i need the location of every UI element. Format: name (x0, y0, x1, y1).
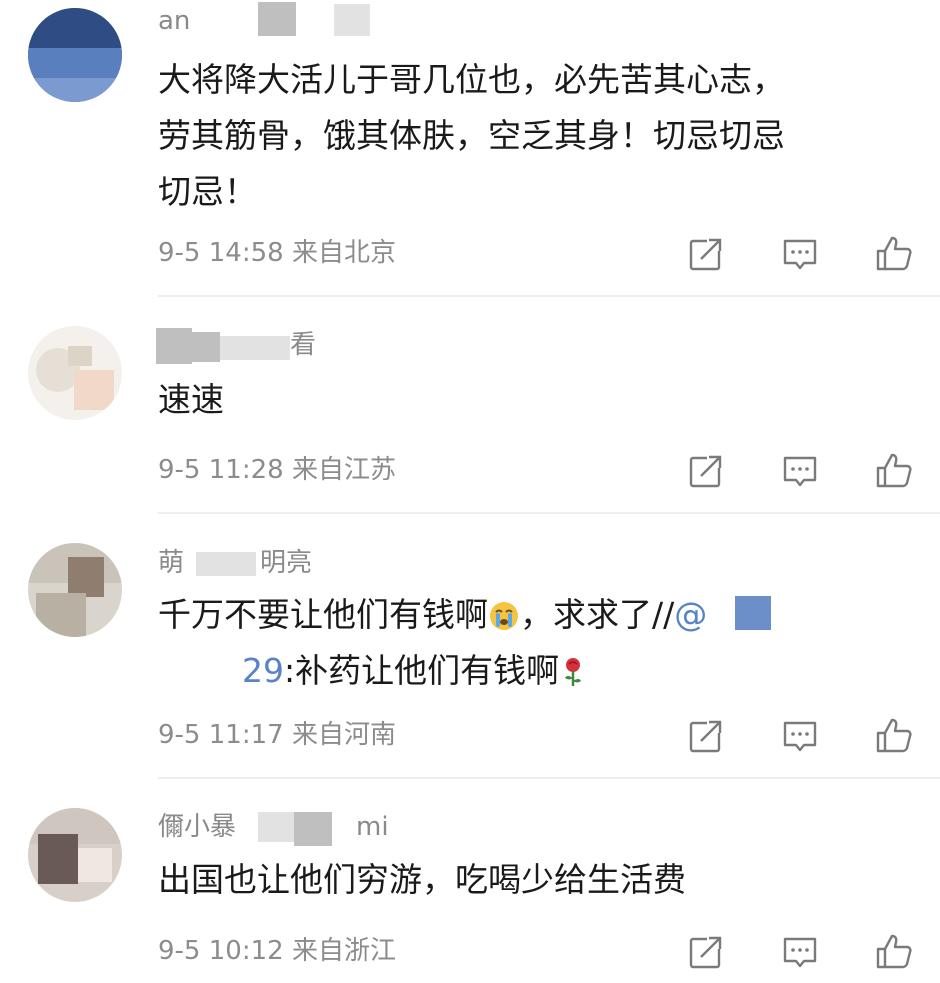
comment-icon[interactable] (780, 234, 820, 274)
avatar[interactable] (28, 808, 122, 902)
share-icon[interactable] (686, 716, 726, 756)
avatar[interactable] (28, 543, 122, 637)
comment-text-segment: 千万不要让他们有钱啊 (158, 595, 488, 634)
redacted-mosaic (735, 596, 772, 630)
comment-actions (686, 234, 914, 274)
comment-text-line: 切忌！ (158, 172, 257, 211)
comment-text: 千万不要让他们有钱啊 ，求求了//@ 29:补药让他们有钱啊 (158, 587, 772, 699)
comment-text-segment: :补药让他们有钱啊 (284, 651, 560, 690)
username[interactable]: an (158, 6, 190, 36)
thumbs-up-icon[interactable] (874, 932, 914, 972)
comment-location: 来自北京 (291, 238, 396, 268)
avatar[interactable] (28, 8, 122, 102)
username-tail: mi (356, 812, 389, 842)
share-icon[interactable] (686, 451, 726, 491)
crying-emoji-icon (490, 602, 518, 630)
redacted-mosaic (258, 812, 294, 842)
comment-text-line: 速速 (158, 380, 224, 419)
redacted-mosaic (196, 552, 256, 576)
username[interactable]: 萌 (158, 548, 184, 578)
comment-text-line: 千万不要让他们有钱啊 ，求求了//@ (158, 587, 772, 643)
comment-location: 来自浙江 (291, 936, 396, 966)
share-icon[interactable] (686, 932, 726, 972)
comment-date: 9-5 10:12 (158, 936, 284, 966)
divider (158, 512, 940, 514)
thumbs-up-icon[interactable] (874, 234, 914, 274)
comment-meta: 9-5 10:12 来自浙江 (158, 936, 396, 966)
comment-icon[interactable] (780, 451, 820, 491)
thumbs-up-icon[interactable] (874, 716, 914, 756)
redacted-mosaic (294, 812, 332, 846)
comment-date: 9-5 14:58 (158, 238, 284, 268)
comment-location: 来自河南 (291, 720, 396, 750)
comment-meta: 9-5 11:28 来自江苏 (158, 455, 396, 485)
comment-text: 大将降大活儿于哥几位也，必先苦其心志， 劳其筋骨，饿其体肤，空乏其身！切忌切忌 … (158, 52, 785, 220)
comment-date: 9-5 11:28 (158, 455, 284, 485)
username[interactable]: 儞小暴 (158, 812, 236, 842)
comment-icon[interactable] (780, 932, 820, 972)
redacted-mosaic (258, 2, 296, 36)
comment-actions (686, 451, 914, 491)
comment-text: 出国也让他们穷游，吃喝少给生活费 (158, 852, 686, 908)
comment-actions (686, 932, 914, 972)
comment-icon[interactable] (780, 716, 820, 756)
comment-text-line: 出国也让他们穷游，吃喝少给生活费 (158, 860, 686, 899)
avatar[interactable] (28, 326, 122, 420)
comment-text-segment: ，求求了// (520, 595, 675, 634)
comment-text-line: 劳其筋骨，饿其体肤，空乏其身！切忌切忌 (158, 116, 785, 155)
comment-text-line: 大将降大活儿于哥几位也，必先苦其心志， (158, 60, 785, 99)
comment-actions (686, 716, 914, 756)
username-tail: 明亮 (260, 548, 313, 578)
share-icon[interactable] (686, 234, 726, 274)
divider (158, 777, 940, 779)
thumbs-up-icon[interactable] (874, 451, 914, 491)
divider (158, 295, 940, 297)
comment-location: 来自江苏 (291, 455, 396, 485)
comment-text-line: 29:补药让他们有钱啊 (158, 643, 771, 699)
redacted-mosaic (156, 328, 192, 364)
redacted-mosaic (220, 336, 290, 360)
comment-text: 速速 (158, 372, 224, 428)
mention-link[interactable]: 29 (242, 651, 284, 690)
comment-meta: 9-5 11:17 来自河南 (158, 720, 396, 750)
redacted-mosaic (192, 332, 220, 362)
mention-link[interactable]: @ (674, 595, 707, 634)
rose-icon (565, 658, 582, 686)
redacted-mosaic (334, 4, 370, 36)
comment-date: 9-5 11:17 (158, 720, 284, 750)
username[interactable]: 看 (290, 330, 316, 360)
comment-meta: 9-5 14:58 来自北京 (158, 238, 396, 268)
